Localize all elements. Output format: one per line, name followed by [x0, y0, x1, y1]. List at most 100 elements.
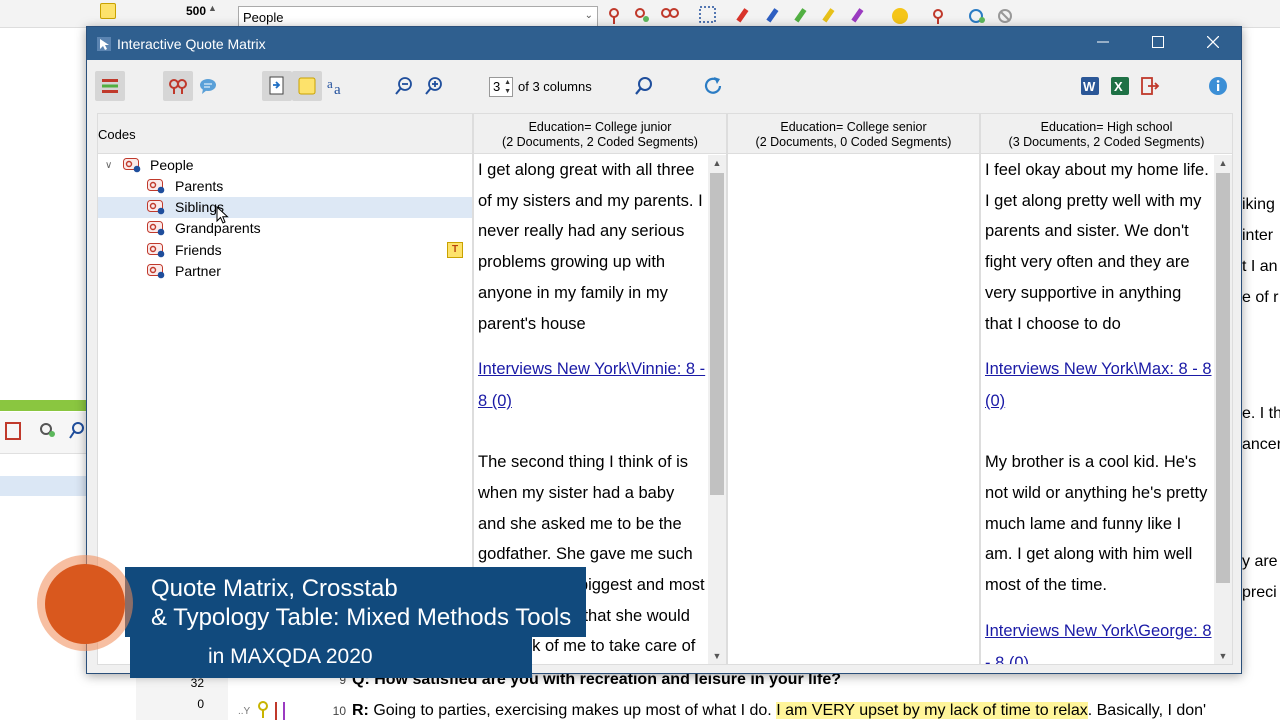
background-toolbar-icons[interactable]	[600, 4, 1030, 26]
search-icon	[635, 77, 652, 95]
background-text-fragment: ancer	[1242, 436, 1280, 453]
maximize-button[interactable]	[1130, 27, 1186, 60]
svg-text:W: W	[1083, 79, 1096, 94]
segment-source-link[interactable]: Interviews New York\George: 8 - 8 (0)	[985, 615, 1212, 664]
column-header[interactable]: Education= High school (3 Documents, 2 C…	[981, 114, 1232, 154]
add-link-icon	[969, 9, 985, 23]
font-size-button[interactable]: aa	[321, 71, 351, 101]
tree-item-label: Friends	[175, 242, 222, 258]
scroll-up-icon[interactable]: ▲	[708, 155, 726, 171]
code-memo-icon[interactable]: T	[447, 242, 463, 258]
code-icon	[147, 243, 165, 258]
background-paragraph-number: 9	[339, 673, 346, 687]
comment-icon	[200, 79, 216, 94]
matrix-column-college-junior: Education= College junior (2 Documents, …	[473, 113, 727, 665]
vertical-scrollbar[interactable]: ▲ ▼	[708, 155, 726, 664]
highlighter-yellow-icon	[822, 8, 835, 23]
background-code-combo-value: People	[243, 10, 284, 25]
background-coded-segment[interactable]: I am VERY upset by my lack of time to re…	[776, 702, 1088, 719]
chevron-down-icon: ⌄	[584, 10, 593, 21]
background-text-fragment: t I an	[1242, 258, 1278, 275]
zoom-in-button[interactable]	[419, 71, 449, 101]
mouse-cursor-icon	[216, 206, 229, 224]
tree-item-label: Partner	[175, 263, 221, 279]
export-word-button[interactable]: W	[1075, 71, 1105, 101]
background-selected-row[interactable]	[0, 476, 86, 496]
codes-panel: Codes ∨ People Parents Siblings Grandpar…	[97, 113, 473, 665]
column-header-title: Education= College junior	[528, 120, 672, 134]
export-icon	[1141, 77, 1160, 95]
column-header[interactable]: Education= College junior (2 Documents, …	[474, 114, 726, 154]
scroll-down-icon[interactable]: ▼	[1214, 648, 1232, 664]
add-code-icon	[40, 423, 55, 437]
collapse-arrow-icon[interactable]: ∨	[105, 155, 112, 176]
background-response-line: R: Going to parties, exercising makes up…	[352, 702, 1206, 720]
tree-item-grandparents[interactable]: Grandparents	[98, 218, 472, 239]
background-left-toolbar	[0, 412, 86, 454]
column-header[interactable]: Education= College senior (2 Documents, …	[728, 114, 979, 154]
tree-item-people[interactable]: ∨ People	[98, 155, 472, 176]
segment-source-link[interactable]: Interviews New York\Vinnie: 8 - 8 (0)	[478, 353, 706, 417]
background-code-combo[interactable]: People ⌄	[238, 6, 598, 28]
svg-text:a: a	[327, 76, 333, 91]
coded-segment-text: My brother is a cool kid. He's not wild …	[985, 453, 1208, 595]
export-excel-button[interactable]: X	[1105, 71, 1135, 101]
background-response-text: . Basically, I don'	[1087, 702, 1207, 719]
coded-segment-text: I get along great with all three of my s…	[478, 161, 703, 333]
coded-segment-text: The second thing I think of is when my s…	[478, 453, 705, 656]
column-segments: I get along great with all three of my s…	[478, 155, 706, 664]
scroll-up-icon[interactable]: ▲	[1214, 155, 1232, 171]
tree-item-friends[interactable]: Friends	[98, 240, 472, 261]
show-comments-button[interactable]	[193, 71, 223, 101]
zoom-in-icon	[425, 77, 442, 95]
tree-item-partner[interactable]: Partner	[98, 261, 472, 282]
show-memos-button[interactable]	[292, 71, 322, 101]
background-line-number: 0	[197, 697, 204, 711]
coding-stripe-icons: ..Y	[238, 701, 285, 720]
stepper-arrows-icon[interactable]: ▲ ▼	[504, 78, 511, 96]
show-source-button[interactable]	[262, 71, 292, 101]
export-button[interactable]	[1135, 71, 1165, 101]
minimize-button[interactable]	[1075, 27, 1131, 60]
codes-header: Codes	[98, 114, 472, 154]
tree-item-label: Parents	[175, 178, 224, 194]
matrix-column-college-senior: Education= College senior (2 Documents, …	[727, 113, 980, 665]
show-coded-segments-button[interactable]	[163, 71, 193, 101]
column-segments	[732, 155, 959, 664]
close-button[interactable]	[1185, 27, 1241, 60]
code-icon	[147, 179, 165, 194]
highlighter-green-icon	[794, 8, 807, 23]
tree-item-siblings[interactable]: Siblings	[98, 197, 472, 218]
show-codes-button[interactable]	[95, 71, 125, 101]
segment-source-link[interactable]: Interviews New York\Max: 8 - 8 (0)	[985, 353, 1212, 417]
background-text-fragment: preci	[1242, 584, 1277, 601]
minimize-icon	[1097, 41, 1109, 43]
refresh-button[interactable]	[698, 71, 728, 101]
vertical-scrollbar[interactable]: ▲ ▼	[1214, 155, 1232, 664]
svg-text:..Y: ..Y	[238, 706, 251, 717]
document-filter-icon	[5, 422, 21, 440]
svg-text:a: a	[334, 82, 341, 96]
scrollbar-thumb[interactable]	[1216, 173, 1230, 583]
zoom-out-button[interactable]	[389, 71, 419, 101]
highlighter-purple-icon	[851, 8, 864, 23]
code-icon	[123, 158, 141, 173]
columns-stepper[interactable]: 3 ▲ ▼	[489, 77, 513, 97]
quote-matrix-window: Interactive Quote Matrix aa 3 ▲ ▼ of 3 c…	[86, 26, 1242, 674]
window-titlebar[interactable]: Interactive Quote Matrix	[87, 27, 1241, 60]
search-button[interactable]	[629, 71, 659, 101]
columns-count-label: of 3 columns	[518, 79, 592, 94]
background-text-fragment: e of r	[1242, 289, 1279, 306]
font-size-icon: aa	[327, 76, 341, 96]
background-count-spin-icon[interactable]: ▲	[208, 3, 217, 13]
codes-header-label: Codes	[98, 127, 136, 142]
tree-item-parents[interactable]: Parents	[98, 176, 472, 197]
info-button[interactable]	[1203, 71, 1233, 101]
maximize-icon	[1152, 36, 1164, 48]
svg-text:X: X	[1114, 79, 1123, 94]
scroll-down-icon[interactable]: ▼	[708, 648, 726, 664]
excel-icon: X	[1111, 77, 1129, 95]
background-left-toolbar-icons[interactable]	[4, 420, 84, 442]
scrollbar-thumb[interactable]	[710, 173, 724, 495]
document-source-icon	[269, 76, 284, 95]
